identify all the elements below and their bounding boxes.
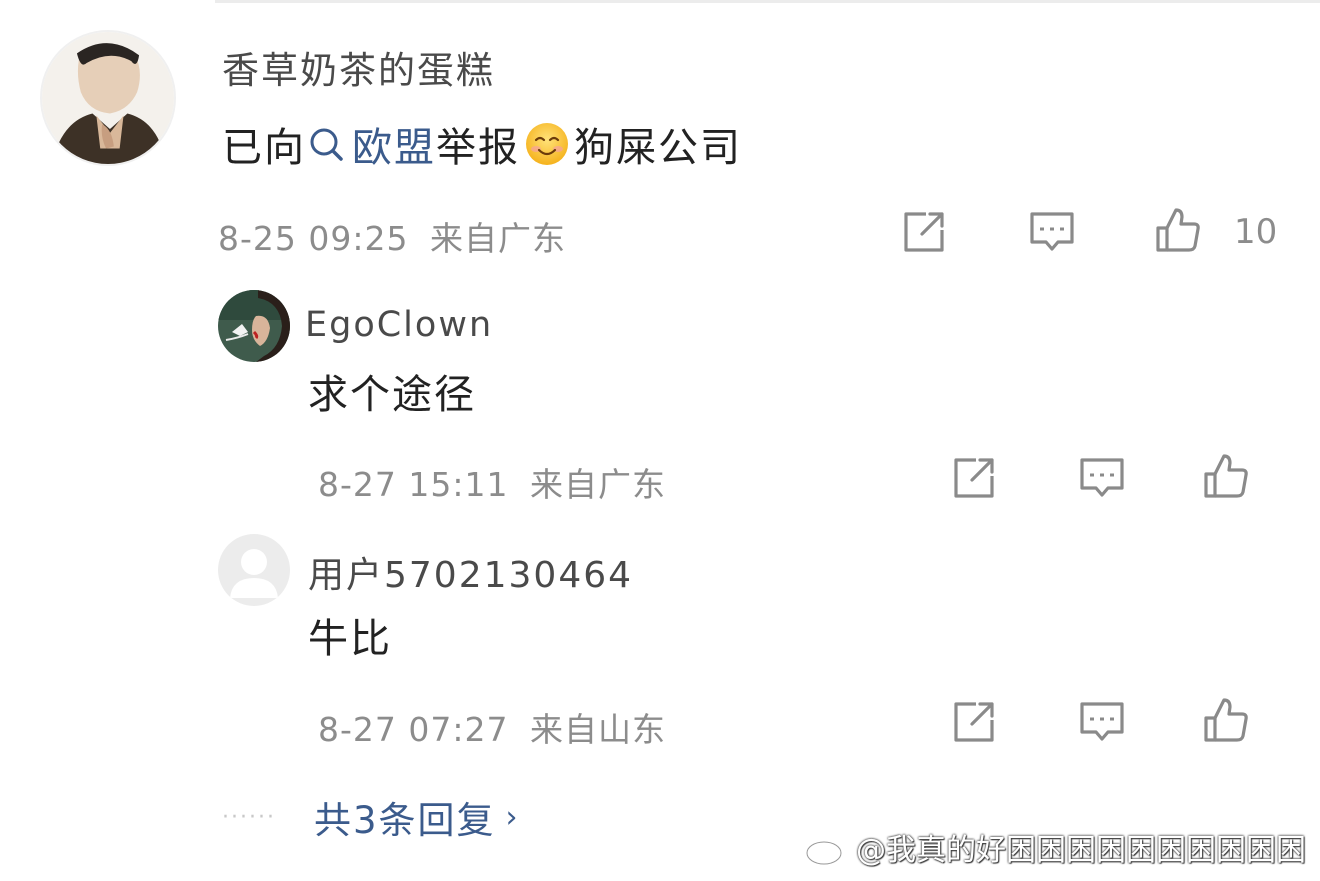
reply-location: 来自山东 (530, 710, 666, 749)
commenter-username[interactable]: 香草奶茶的蛋糕 (222, 40, 495, 94)
reply-time: 8-27 15:11 (318, 465, 509, 504)
forward-button[interactable] (898, 206, 950, 258)
watermark-text: @我真的好困困困困困困困困困困 (856, 833, 1306, 868)
more-replies-dots: ······ (222, 804, 276, 830)
comment-text-prefix: 已向 (222, 125, 306, 171)
more-replies-link[interactable]: 共3条回复 (314, 790, 496, 844)
reply-forward-button[interactable] (948, 696, 1000, 748)
reply-time: 8-27 07:27 (318, 710, 509, 749)
watermark: @我真的好困困困困困困困困困困 (804, 825, 1306, 869)
commenter-avatar[interactable] (40, 30, 176, 166)
reply-like-button[interactable] (1200, 694, 1252, 746)
like-button[interactable] (1152, 204, 1204, 256)
smiling-face-icon (526, 123, 568, 165)
comment-text-suffix: 狗屎公司 (574, 125, 742, 171)
reply-meta: 8-27 15:11 来自广东 (318, 458, 676, 506)
reply-like-button[interactable] (1200, 450, 1252, 502)
comment-icon (1080, 458, 1124, 497)
comment-content: 已向 欧盟 举报 狗屎公司 (222, 116, 742, 172)
reply-avatar[interactable] (218, 290, 290, 362)
share-icon (954, 702, 994, 742)
comment-button[interactable] (1026, 206, 1078, 258)
reply-avatar[interactable] (218, 534, 290, 606)
comment-icon (1080, 702, 1124, 741)
reply-content: 求个途径 (308, 372, 476, 418)
thumbs-up-icon (1204, 698, 1248, 742)
search-icon (310, 128, 343, 161)
reply-meta: 8-27 07:27 来自山东 (318, 703, 676, 751)
reply-username[interactable]: EgoClown (305, 305, 493, 345)
topic-link[interactable]: 欧盟 (306, 115, 436, 173)
comment-meta: 8-25 09:25 来自广东 (218, 212, 576, 260)
like-count: 10 (1234, 212, 1278, 252)
thumbs-up-icon (1156, 208, 1200, 252)
comment-text-middle: 举报 (436, 125, 520, 171)
top-divider (215, 0, 1320, 3)
share-icon (904, 212, 944, 252)
comment-icon (1030, 212, 1074, 251)
more-replies-row: ······ 共3条回复 › (222, 790, 518, 844)
thumbs-up-icon (1204, 454, 1248, 498)
reply-location: 来自广东 (530, 465, 666, 504)
reply-content: 牛比 (308, 616, 392, 662)
share-icon (954, 458, 994, 498)
reply-forward-button[interactable] (948, 452, 1000, 504)
reply-comment-button[interactable] (1076, 696, 1128, 748)
topic-label: 欧盟 (352, 125, 436, 171)
chevron-right-icon[interactable]: › (506, 800, 518, 835)
weibo-logo-icon (805, 831, 849, 866)
comment-location: 来自广东 (430, 219, 566, 258)
reply-username[interactable]: 用户5702130464 (308, 546, 633, 598)
reply-comment-button[interactable] (1076, 452, 1128, 504)
comment-time: 8-25 09:25 (218, 219, 409, 258)
